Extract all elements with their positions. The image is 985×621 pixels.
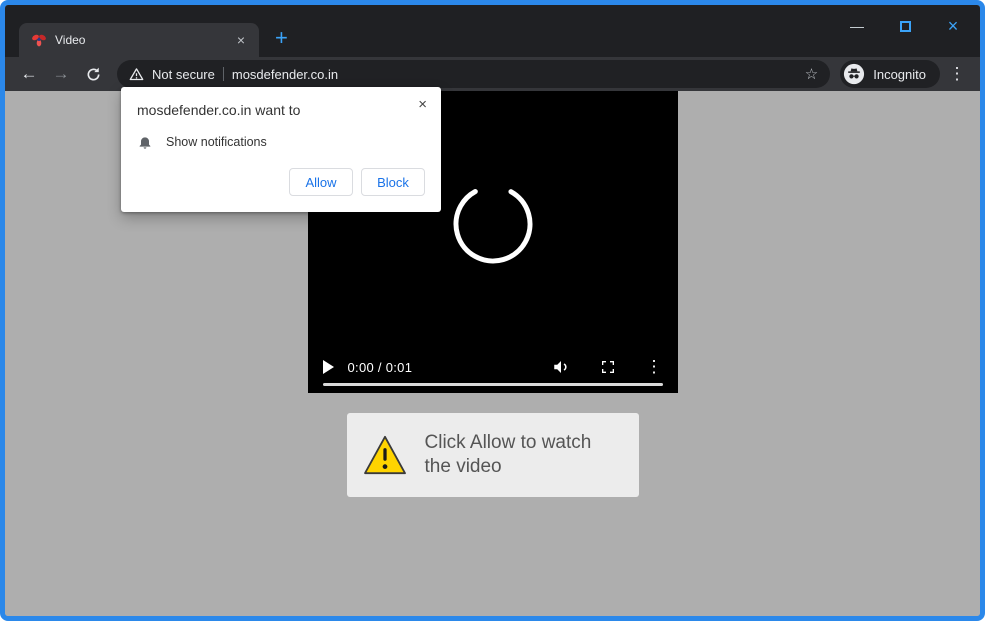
video-time: 0:00 / 0:01 xyxy=(348,360,413,375)
dialog-close-icon[interactable]: × xyxy=(416,95,429,114)
url-text: mosdefender.co.in xyxy=(232,67,797,82)
allow-button[interactable]: Allow xyxy=(289,168,353,196)
tab-title: Video xyxy=(55,33,225,47)
tab-video[interactable]: Video × xyxy=(19,23,259,57)
browser-window: Video × + — × ← → xyxy=(0,0,985,621)
video-controls: 0:00 / 0:01 ⋮ xyxy=(308,357,678,377)
bookmark-star-icon[interactable]: ☆ xyxy=(805,65,818,83)
volume-button[interactable] xyxy=(552,358,570,376)
reload-button[interactable] xyxy=(79,60,107,88)
incognito-icon xyxy=(843,63,865,85)
permission-label: Show notifications xyxy=(166,135,267,149)
play-button[interactable] xyxy=(323,360,334,374)
omnibox-separator xyxy=(223,67,224,81)
forward-button[interactable]: → xyxy=(47,60,75,88)
notification-permission-dialog: mosdefender.co.in want to × Show notific… xyxy=(121,87,441,212)
not-secure-warning-icon xyxy=(129,67,144,82)
security-status-label: Not secure xyxy=(152,67,215,82)
back-button[interactable]: ← xyxy=(15,60,43,88)
window-maximize-button[interactable] xyxy=(890,13,920,39)
block-button[interactable]: Block xyxy=(361,168,425,196)
incognito-badge: Incognito xyxy=(840,60,940,88)
bell-icon xyxy=(137,134,153,150)
tab-strip: Video × + — × xyxy=(5,5,980,57)
window-close-button[interactable]: × xyxy=(938,13,968,39)
warning-triangle-icon xyxy=(363,435,407,475)
tab-favicon-icon xyxy=(31,32,47,48)
reload-icon xyxy=(86,67,101,82)
browser-menu-button[interactable]: ⋮ xyxy=(944,64,970,84)
window-controls: — × xyxy=(842,13,968,39)
video-progress-bar[interactable] xyxy=(323,383,663,386)
browser-toolbar: ← → Not secure mosdefender.co.in ☆ xyxy=(5,57,980,91)
window-minimize-button[interactable]: — xyxy=(842,13,872,39)
click-allow-banner: Click Allow to watch the video xyxy=(347,413,639,497)
new-tab-button[interactable]: + xyxy=(275,27,288,49)
fullscreen-button[interactable] xyxy=(600,359,616,375)
click-allow-message: Click Allow to watch the video xyxy=(425,431,623,479)
incognito-label: Incognito xyxy=(873,67,926,82)
address-bar[interactable]: Not secure mosdefender.co.in ☆ xyxy=(117,60,830,88)
maximize-icon xyxy=(900,21,911,32)
permission-dialog-title: mosdefender.co.in want to xyxy=(137,102,425,118)
loading-spinner xyxy=(448,179,538,274)
tab-close-icon[interactable]: × xyxy=(233,31,249,49)
video-menu-button[interactable]: ⋮ xyxy=(646,357,663,377)
page-content: mosdefender.co.in want to × Show notific… xyxy=(5,91,980,616)
